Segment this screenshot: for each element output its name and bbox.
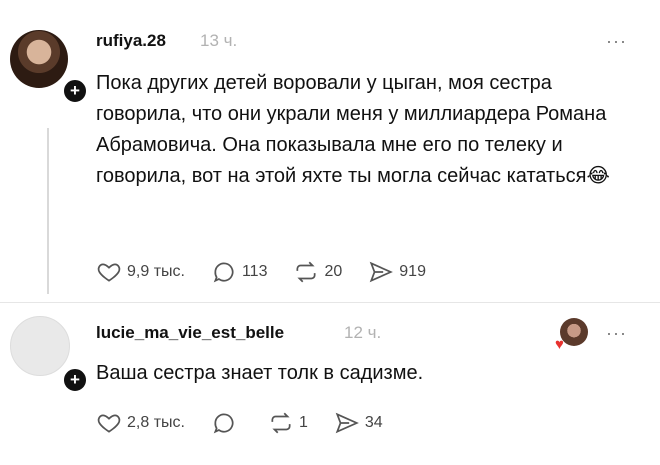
more-options-icon[interactable]: ···: [606, 31, 627, 52]
reply-count: 113: [241, 263, 268, 280]
reply-button[interactable]: [211, 410, 242, 436]
comment-icon: [213, 413, 234, 434]
like-button[interactable]: 2,8 тыс.: [96, 410, 185, 436]
action-bar: 9,9 тыс. 113 20 919: [96, 259, 452, 285]
comment-icon: [213, 262, 234, 283]
reaction-avatar: [560, 318, 588, 346]
share-button[interactable]: 34: [334, 410, 383, 436]
follow-plus-icon[interactable]: +: [62, 367, 88, 393]
heart-icon: [97, 263, 121, 282]
post: + rufiya.28 13 ч. ··· Пока других детей …: [0, 0, 660, 302]
more-options-icon[interactable]: ···: [606, 323, 627, 344]
repost-count: 1: [298, 414, 308, 431]
timestamp: 13 ч.: [200, 31, 238, 50]
share-count: 34: [364, 414, 383, 431]
follow-plus-icon[interactable]: +: [62, 78, 88, 104]
post-text: Пока других детей воровали у цыган, моя …: [96, 72, 610, 187]
heart-icon: [97, 414, 121, 433]
username[interactable]: lucie_ma_vie_est_belle: [96, 323, 284, 343]
action-bar: 2,8 тыс. 1 34: [96, 410, 409, 436]
share-icon: [335, 412, 359, 434]
repost-icon: [296, 261, 317, 283]
username[interactable]: rufiya.28: [96, 31, 166, 51]
like-count: 2,8 тыс.: [127, 414, 185, 431]
avatar[interactable]: [10, 30, 68, 88]
share-count: 919: [399, 263, 426, 280]
repost-button[interactable]: 1: [268, 410, 308, 436]
avatar[interactable]: [10, 316, 70, 376]
feed: + rufiya.28 13 ч. ··· Пока других детей …: [0, 0, 660, 464]
heart-icon: ♥: [555, 336, 564, 353]
like-count: 9,9 тыс.: [127, 263, 185, 280]
share-icon: [369, 261, 394, 283]
repost-button[interactable]: 20: [293, 259, 342, 285]
like-button[interactable]: 9,9 тыс.: [96, 259, 185, 285]
repost-count: 20: [324, 263, 343, 280]
post-text: Ваша сестра знает толк в садизме.: [96, 362, 424, 384]
thread-line: [47, 128, 49, 294]
share-button[interactable]: 919: [368, 259, 426, 285]
reply-button[interactable]: 113: [211, 259, 268, 285]
repost-icon: [271, 412, 291, 434]
timestamp: 12 ч.: [344, 323, 382, 342]
